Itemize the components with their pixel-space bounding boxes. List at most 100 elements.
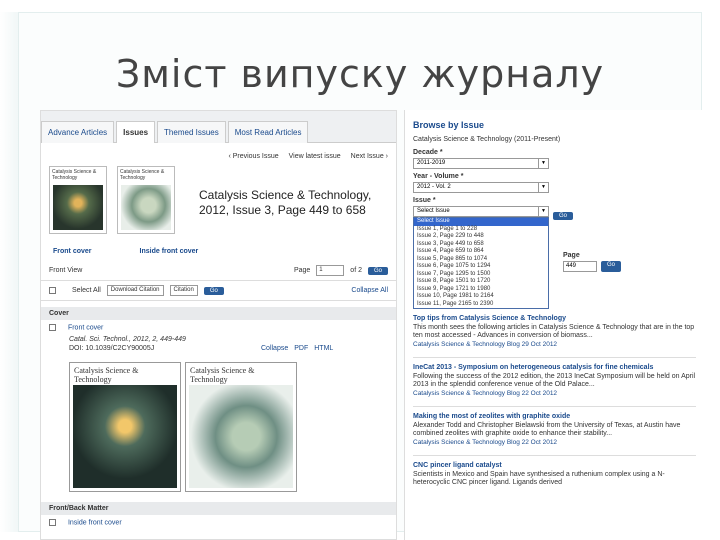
section-cover-header: Cover: [41, 307, 396, 320]
inside-front-cover-thumbnail[interactable]: Catalysis Science & Technology: [117, 166, 175, 234]
issue-option[interactable]: Issue 1, Page 1 to 228: [414, 226, 548, 234]
news-item: Making the most of zeolites with graphit…: [413, 413, 696, 447]
page-row: 449 Go: [563, 261, 622, 272]
cover-image: [73, 385, 177, 489]
news-headline[interactable]: CNC pincer ligand catalyst: [413, 462, 696, 471]
select-all-label: Select All: [72, 287, 101, 294]
tab-bar: Advance Articles Issues Themed Issues Mo…: [41, 111, 396, 143]
issue-navigation: ‹ Previous Issue View latest issue Next …: [41, 143, 396, 164]
issue-go-button[interactable]: Go: [553, 212, 574, 220]
decade-label: Decade *: [413, 149, 443, 156]
front-view-label[interactable]: Front View: [49, 267, 82, 274]
page-input[interactable]: 1: [316, 265, 345, 276]
download-citation-select[interactable]: Download Citation: [106, 285, 164, 296]
news-list: Top tips from Catalysis Science & Techno…: [413, 315, 696, 488]
article-title-link[interactable]: Front cover: [68, 324, 103, 331]
issue-contents-panel: Advance Articles Issues Themed Issues Mo…: [40, 110, 397, 540]
inside-front-cover-link[interactable]: Inside front cover: [140, 248, 199, 255]
chevron-down-icon: ▼: [538, 159, 548, 168]
article-checkbox[interactable]: [49, 324, 56, 331]
news-item: Top tips from Catalysis Science & Techno…: [413, 315, 696, 349]
news-headline[interactable]: Top tips from Catalysis Science & Techno…: [413, 315, 696, 324]
front-cover-preview[interactable]: Catalysis Science & Technology: [69, 362, 181, 493]
page-go-button[interactable]: Go: [367, 266, 388, 275]
divider: [413, 455, 696, 456]
cover-journal-name: Catalysis Science & Technology: [190, 366, 255, 385]
html-link[interactable]: HTML: [314, 345, 333, 352]
collapse-all-link[interactable]: Collapse All: [351, 287, 388, 294]
front-cover-link[interactable]: Front cover: [53, 248, 92, 255]
decade-select[interactable]: 2011-2019 ▼: [413, 158, 549, 169]
page-go-button[interactable]: Go: [601, 261, 622, 272]
chevron-down-icon: ▼: [538, 183, 548, 192]
news-source[interactable]: Catalysis Science & Technology Blog 22 O…: [413, 390, 696, 399]
year-volume-label: Year - Volume *: [413, 173, 464, 180]
cover-journal-name: Catalysis Science & Technology: [120, 169, 165, 181]
collapse-link[interactable]: Collapse: [261, 345, 288, 352]
tab-themed-issues[interactable]: Themed Issues: [157, 121, 226, 143]
cover-image: [189, 385, 293, 489]
citation-go-button[interactable]: Go: [203, 286, 224, 295]
issue-option[interactable]: Issue 6, Page 1075 to 1294: [414, 263, 548, 271]
news-source[interactable]: Catalysis Science & Technology Blog 22 O…: [413, 439, 696, 448]
issue-option[interactable]: Issue 8, Page 1501 to 1720: [414, 278, 548, 286]
issue-value: Select Issue: [417, 208, 450, 214]
news-item: IneCat 2013 - Symposium on heterogeneous…: [413, 364, 696, 398]
section-front-back-header: Front/Back Matter: [41, 502, 396, 516]
news-body: Following the success of the 2012 editio…: [413, 372, 696, 389]
browse-title: Browse by Issue: [413, 120, 485, 130]
issue-select[interactable]: Select Issue ▼: [413, 206, 549, 217]
year-volume-select[interactable]: 2012 - Vol. 2 ▼: [413, 182, 549, 193]
article-inside-front-cover: Inside front cover: [41, 515, 396, 530]
decade-value: 2011-2019: [417, 160, 446, 166]
results-toolbar: Front View Page 1 of 2 Go: [41, 261, 396, 281]
divider: [413, 357, 696, 358]
article-checkbox[interactable]: [49, 519, 56, 527]
news-headline[interactable]: Making the most of zeolites with graphit…: [413, 413, 696, 422]
cover-journal-name: Catalysis Science & Technology: [52, 169, 97, 181]
select-all-checkbox[interactable]: [49, 287, 56, 294]
page-label: Page: [563, 252, 580, 259]
pdf-link[interactable]: PDF: [294, 345, 308, 352]
cover-journal-name: Catalysis Science & Technology: [74, 366, 139, 385]
inside-cover-preview[interactable]: Catalysis Science & Technology: [185, 362, 297, 493]
cover-links: Front cover Inside front cover: [41, 248, 396, 255]
news-source[interactable]: Catalysis Science & Technology Blog 29 O…: [413, 341, 696, 350]
page-of-label: of 2: [350, 267, 362, 274]
year-volume-value: 2012 - Vol. 2: [417, 184, 451, 190]
issue-option[interactable]: Issue 10, Page 1981 to 2164: [414, 293, 548, 301]
cover-image: [121, 185, 171, 230]
tab-issues[interactable]: Issues: [116, 121, 156, 143]
issue-option[interactable]: Issue 5, Page 865 to 1074: [414, 256, 548, 264]
page-label: Page: [293, 267, 311, 274]
article-reference: Catal. Sci. Technol., 2012, 2, 449-449: [69, 336, 186, 344]
citation-format-select[interactable]: Citation: [169, 285, 198, 296]
view-latest-issue-link[interactable]: View latest issue: [289, 153, 341, 160]
next-issue-link[interactable]: Next Issue ›: [351, 153, 388, 160]
front-cover-thumbnail[interactable]: Catalysis Science & Technology: [49, 166, 107, 234]
previous-issue-link[interactable]: ‹ Previous Issue: [228, 153, 278, 160]
issue-option[interactable]: Issue 3, Page 449 to 658: [414, 241, 548, 249]
issue-label: Issue *: [413, 197, 436, 204]
news-item: CNC pincer ligand catalyst Scientists in…: [413, 462, 696, 488]
issue-option[interactable]: Issue 9, Page 1721 to 1980: [414, 286, 548, 294]
issue-option[interactable]: Select Issue: [414, 218, 548, 226]
cover-thumbnails: Catalysis Science & Technology Catalysis…: [41, 164, 396, 248]
issue-option[interactable]: Issue 2, Page 229 to 448: [414, 233, 548, 241]
tab-most-read-articles[interactable]: Most Read Articles: [227, 121, 309, 143]
cover-image: [53, 185, 103, 230]
tab-advance-articles[interactable]: Advance Articles: [41, 121, 115, 143]
article-title-link[interactable]: Inside front cover: [68, 520, 122, 527]
chevron-down-icon: ▼: [538, 207, 548, 216]
issue-option[interactable]: Issue 11, Page 2165 to 2390: [414, 301, 548, 309]
issue-option[interactable]: Issue 7, Page 1295 to 1500: [414, 271, 548, 279]
journal-name: Catalysis Science & Technology (2011-Pre…: [413, 136, 561, 143]
page-number-input[interactable]: 449: [563, 261, 597, 272]
issue-dropdown-list: Select Issue Issue 1, Page 1 to 228 Issu…: [413, 217, 549, 309]
news-headline[interactable]: IneCat 2013 - Symposium on heterogeneous…: [413, 364, 696, 373]
news-body: This month sees the following articles i…: [413, 323, 695, 340]
issue-option[interactable]: Issue 4, Page 659 to 864: [414, 248, 548, 256]
issue-title: Catalysis Science & Technology, 2012, Is…: [199, 188, 372, 217]
news-body: Alexander Todd and Christopher Bielawski…: [413, 421, 681, 438]
browse-by-issue-panel: Browse by Issue Catalysis Science & Tech…: [404, 110, 704, 540]
